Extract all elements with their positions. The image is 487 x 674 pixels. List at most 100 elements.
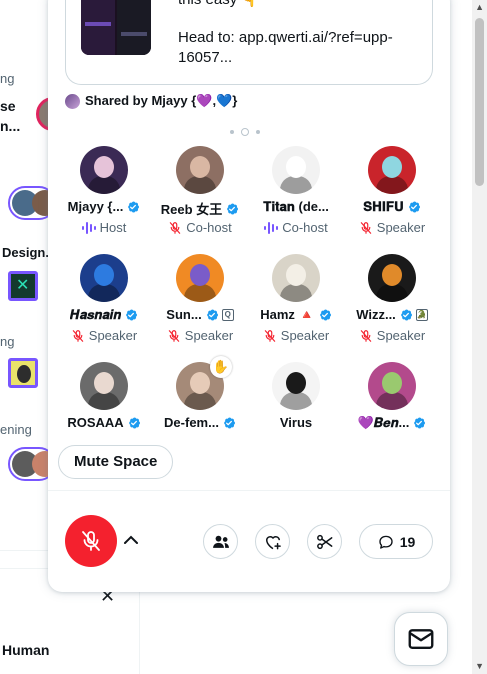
avatar[interactable] (368, 362, 416, 410)
participant-name-text: ROSAAA (67, 415, 124, 430)
participant-role: Speaker (152, 328, 248, 343)
participant[interactable]: Virus (248, 362, 344, 462)
participants-button[interactable] (203, 524, 238, 559)
participant[interactable]: Reeb 女王 Co-host (152, 146, 248, 246)
avatar[interactable] (272, 362, 320, 410)
mic-off-icon (71, 329, 85, 343)
participant-role-text: Speaker (88, 328, 138, 343)
avatar[interactable] (176, 146, 224, 194)
space-dock: this easy 👇 Head to: app.qwerti.ai/?ref=… (48, 0, 450, 592)
avatar[interactable] (368, 146, 416, 194)
participant[interactable]: Wizz... 🐊 Speaker (344, 254, 440, 354)
host-bars-icon (264, 221, 279, 234)
people-icon (212, 535, 229, 548)
participant[interactable]: Sun... Q Speaker (152, 254, 248, 354)
scroll-up-icon[interactable]: ▲ (475, 2, 484, 12)
react-button[interactable] (255, 524, 290, 559)
pinned-post-card[interactable]: this easy 👇 Head to: app.qwerti.ai/?ref=… (65, 0, 433, 85)
scrollbar-thumb[interactable] (475, 18, 484, 186)
bg-label: ening (0, 422, 32, 437)
scissors-icon (316, 534, 332, 549)
participant-role: Co-host (248, 220, 344, 235)
post-text: this easy 👇 Head to: app.qwerti.ai/?ref=… (178, 0, 428, 68)
participant-role-text: Co-host (186, 220, 232, 235)
shared-by-text: Shared by Mjayy {💜,💙} (85, 93, 238, 108)
participant-role: Speaker (56, 328, 152, 343)
participant-name: 𝑯𝒂𝒔𝒏𝒂𝒊𝒏 (56, 307, 152, 323)
participant-name-text: Wizz... (356, 307, 396, 322)
participant-role-text: Speaker (376, 328, 426, 343)
who-to-follow-name: Human (2, 642, 50, 658)
avatar[interactable] (80, 254, 128, 302)
verified-badge-icon (205, 308, 219, 322)
avatar[interactable] (272, 254, 320, 302)
avatar[interactable] (272, 146, 320, 194)
space-thumbnail[interactable] (8, 358, 38, 388)
bg-label: ng (0, 71, 15, 86)
participant[interactable]: 𝐒𝐇𝐈𝐅𝐔 Speaker (344, 146, 440, 246)
participant-name-text: De-fem... (164, 415, 219, 430)
participant-name: De-fem... (152, 415, 248, 430)
participant-role: Host (56, 220, 152, 235)
space-thumbnail[interactable]: ✕ (8, 271, 38, 301)
participant-name-text: 𝐒𝐇𝐈𝐅𝐔 (363, 199, 404, 214)
participant-role-text: Co-host (282, 220, 328, 235)
shared-by: Shared by Mjayy {💜,💙} (65, 93, 237, 109)
participant[interactable]: 𝑯𝒂𝒔𝒏𝒂𝒊𝒏 Speaker (56, 254, 152, 354)
participant-name-text: Virus (279, 415, 313, 430)
participant[interactable]: 𝐓𝐢𝐭𝐚𝐧 (de... Co-host (248, 146, 344, 246)
participant-role-text: Speaker (280, 328, 330, 343)
participant-name-text: Sun... (166, 307, 202, 322)
unmute-button[interactable] (65, 515, 117, 567)
mic-off-icon (168, 221, 182, 235)
mic-off-icon (167, 329, 181, 343)
participant-name: 💜𝑩𝒆𝒏... (344, 415, 440, 431)
participant-name: Hamz 🔺 (248, 307, 344, 323)
verified-badge-icon (126, 200, 140, 214)
raised-hand-icon: ✋ (210, 356, 232, 378)
page-dot[interactable] (256, 130, 260, 134)
participant[interactable]: Mjayy {... Host (56, 146, 152, 246)
verified-badge-icon (399, 308, 413, 322)
participant[interactable]: 💜𝑩𝒆𝒏... (344, 362, 440, 462)
post-text-line: Head to: app.qwerti.ai/?ref=upp- (178, 29, 393, 46)
participant-name-text: Reeb 女王 (160, 202, 223, 217)
mute-space-button[interactable]: Mute Space (58, 445, 174, 479)
participant-role-text: Host (99, 220, 127, 235)
participant[interactable]: Hamz 🔺 Speaker (248, 254, 344, 354)
page-dot[interactable] (230, 130, 234, 134)
participant-name-text: 𝐓𝐢𝐭𝐚𝐧 (de... (263, 199, 329, 214)
dock-controls: 19 (48, 490, 450, 592)
participant-name: Wizz... 🐊 (344, 307, 440, 322)
comment-icon (379, 535, 393, 549)
participant[interactable]: ✋ De-fem... (152, 356, 248, 462)
participant-name: Mjayy {... (56, 199, 152, 214)
mic-off-icon (263, 329, 277, 343)
avatar[interactable] (176, 254, 224, 302)
post-text-line: 16057... (178, 49, 233, 66)
avatar[interactable] (368, 254, 416, 302)
page-dot-active[interactable] (241, 128, 249, 136)
clip-button[interactable] (307, 524, 342, 559)
post-image (81, 0, 151, 55)
verified-badge-icon (412, 416, 426, 430)
messages-button[interactable] (394, 612, 448, 666)
participant-name: Reeb 女王 (152, 199, 248, 218)
participant-role-text: Speaker (376, 220, 426, 235)
scroll-down-icon[interactable]: ▼ (475, 661, 484, 671)
verified-badge-icon (124, 308, 138, 322)
participant-name: 𝐒𝐇𝐈𝐅𝐔 (344, 199, 440, 215)
heart-plus-icon (265, 535, 281, 549)
post-text-line: this easy 👇 (178, 0, 428, 10)
mic-off-icon (359, 221, 373, 235)
avatar[interactable] (80, 362, 128, 410)
chevron-up-icon[interactable] (122, 531, 140, 549)
avatar[interactable] (80, 146, 128, 194)
mic-off-icon (359, 329, 373, 343)
participant-role: Speaker (344, 220, 440, 235)
comments-button[interactable]: 19 (359, 524, 433, 559)
scrollbar[interactable]: ▲ ▼ (472, 0, 487, 674)
participant-role: Speaker (248, 328, 344, 343)
participant-name: Virus (248, 415, 344, 430)
pagination-dots (230, 128, 260, 136)
